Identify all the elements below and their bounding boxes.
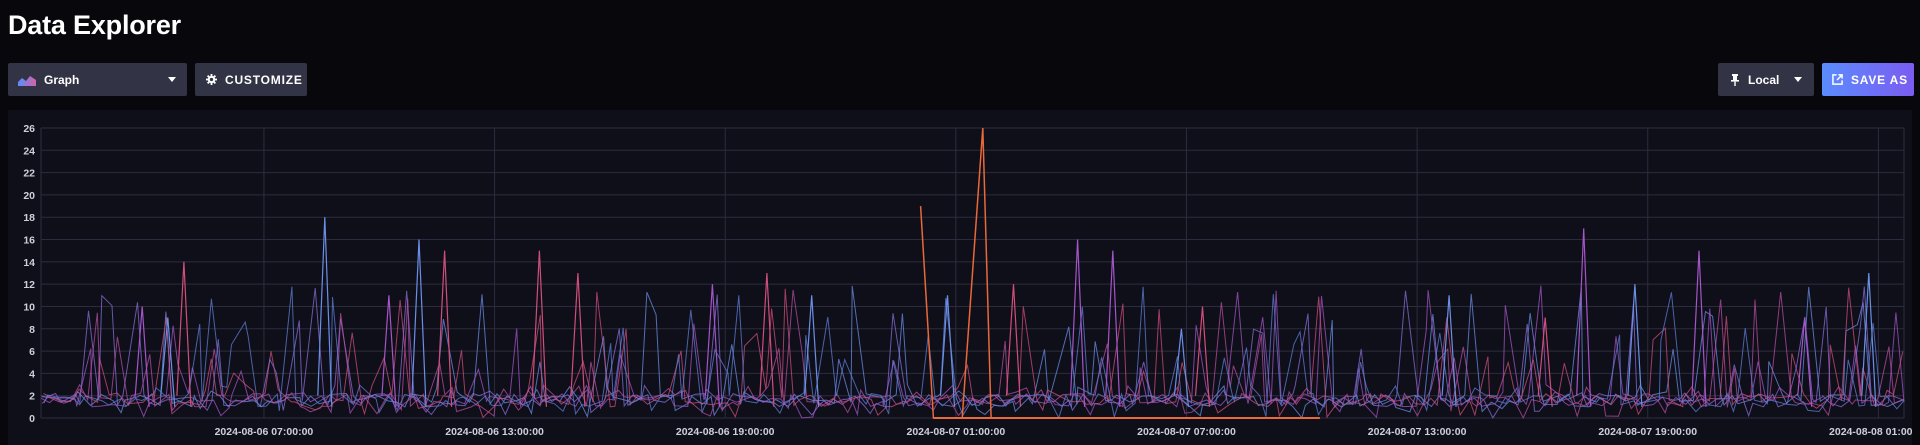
series-spike (1005, 284, 1022, 407)
x-tick-label: 2024-08-06 13:00:00 (445, 426, 544, 438)
y-tick-label: 18 (23, 212, 35, 224)
x-tick-label: 2024-08-07 19:00:00 (1598, 426, 1697, 438)
chevron-down-icon (168, 77, 176, 82)
timezone-dropdown[interactable]: Local (1718, 63, 1814, 96)
y-tick-label: 12 (23, 279, 35, 291)
y-tick-label: 16 (23, 235, 35, 247)
gear-icon (206, 74, 217, 85)
x-tick-label: 2024-08-07 01:00:00 (907, 426, 1006, 438)
chevron-down-icon (1794, 77, 1802, 82)
y-tick-label: 6 (29, 346, 35, 358)
external-link-icon (1832, 74, 1843, 85)
series-line (919, 127, 1020, 419)
y-tick-label: 10 (23, 301, 35, 313)
x-tick-label: 2024-08-07 07:00:00 (1137, 426, 1236, 438)
series-spike (1576, 228, 1592, 407)
view-type-label: Graph (44, 72, 80, 87)
pin-icon (1731, 73, 1739, 86)
save-as-label: SAVE AS (1851, 72, 1908, 87)
y-tick-label: 24 (23, 145, 35, 157)
customize-label: CUSTOMIZE (225, 72, 303, 87)
series-spike (176, 261, 192, 407)
series-spike (411, 239, 427, 407)
y-tick-label: 20 (23, 190, 35, 202)
view-type-dropdown[interactable]: Graph (8, 63, 187, 96)
line-graph[interactable]: 024681012141618202224262024-08-06 07:00:… (8, 110, 1912, 445)
customize-button[interactable]: CUSTOMIZE (195, 63, 307, 96)
series-spike (317, 217, 333, 407)
y-tick-label: 8 (29, 324, 35, 336)
graph-panel[interactable]: 0 2 4 6 8 10 12 14 16 18 20 22 24 26 2024-08-06 07:00:… (8, 110, 1912, 445)
graph-icon (18, 75, 36, 86)
series-spike (1070, 239, 1086, 407)
y-tick-label: 26 (23, 123, 35, 135)
save-as-button[interactable]: SAVE AS (1822, 63, 1914, 96)
y-tick-label: 22 (23, 168, 35, 180)
page-title: Data Explorer (8, 10, 181, 40)
y-tick-label: 14 (23, 257, 35, 269)
series-spike (134, 306, 150, 407)
y-tick-label: 2 (29, 391, 35, 403)
y-tick-label: 4 (29, 368, 35, 380)
timezone-label: Local (1748, 72, 1780, 87)
x-tick-label: 2024-08-06 07:00:00 (215, 426, 314, 438)
series-spike (759, 272, 775, 407)
x-tick-label: 2024-08-06 19:00:00 (676, 426, 775, 438)
series-spike (1797, 317, 1813, 407)
x-tick-label: 2024-08-07 13:00:00 (1368, 426, 1467, 438)
y-tick-label: 0 (29, 413, 35, 425)
x-tick-label: 2024-08-08 01:00:00 (1829, 426, 1912, 438)
